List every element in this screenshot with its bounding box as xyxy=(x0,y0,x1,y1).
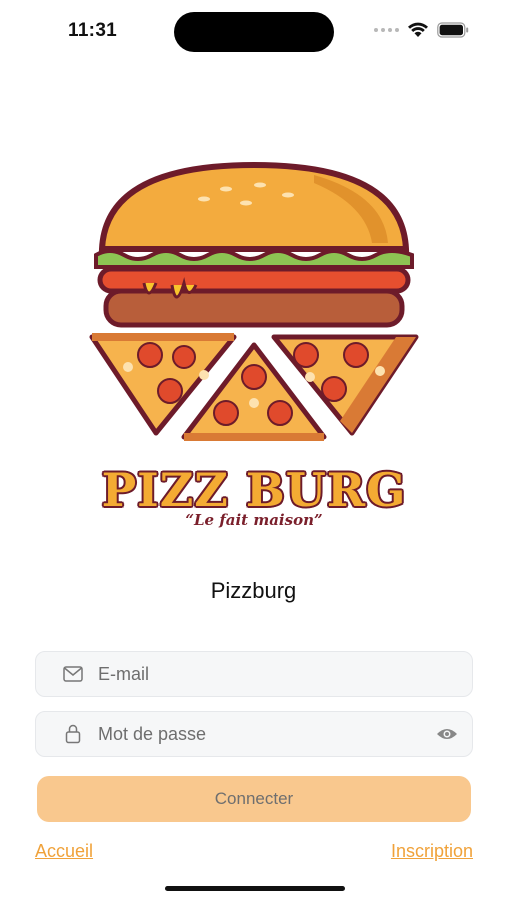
dynamic-island xyxy=(174,12,334,52)
app-title: Pizzburg xyxy=(210,578,297,603)
email-field[interactable] xyxy=(35,651,473,697)
connect-button[interactable]: Connecter xyxy=(37,776,471,822)
pizzburg-logo: PIZZ BURG “Le fait maison” xyxy=(84,155,424,540)
logo-slogan: “Le fait maison” xyxy=(185,511,323,529)
signup-link[interactable]: Inscription xyxy=(391,841,473,862)
status-indicators xyxy=(374,22,469,38)
cellular-signal-icon xyxy=(374,28,399,32)
status-bar: 11:31 xyxy=(0,0,507,62)
email-input[interactable] xyxy=(96,662,472,686)
wifi-icon xyxy=(408,22,428,37)
lock-icon xyxy=(62,723,84,745)
eye-icon[interactable] xyxy=(436,723,458,745)
envelope-icon xyxy=(62,663,84,685)
status-time: 11:31 xyxy=(68,20,118,41)
home-indicator[interactable] xyxy=(165,886,345,891)
logo-brand-name: PIZZ BURG xyxy=(101,463,407,517)
password-field[interactable] xyxy=(35,711,473,757)
battery-icon xyxy=(437,22,469,38)
home-link[interactable]: Accueil xyxy=(35,841,93,862)
password-input[interactable] xyxy=(96,722,436,746)
burger-pizza-illustration xyxy=(89,161,419,441)
